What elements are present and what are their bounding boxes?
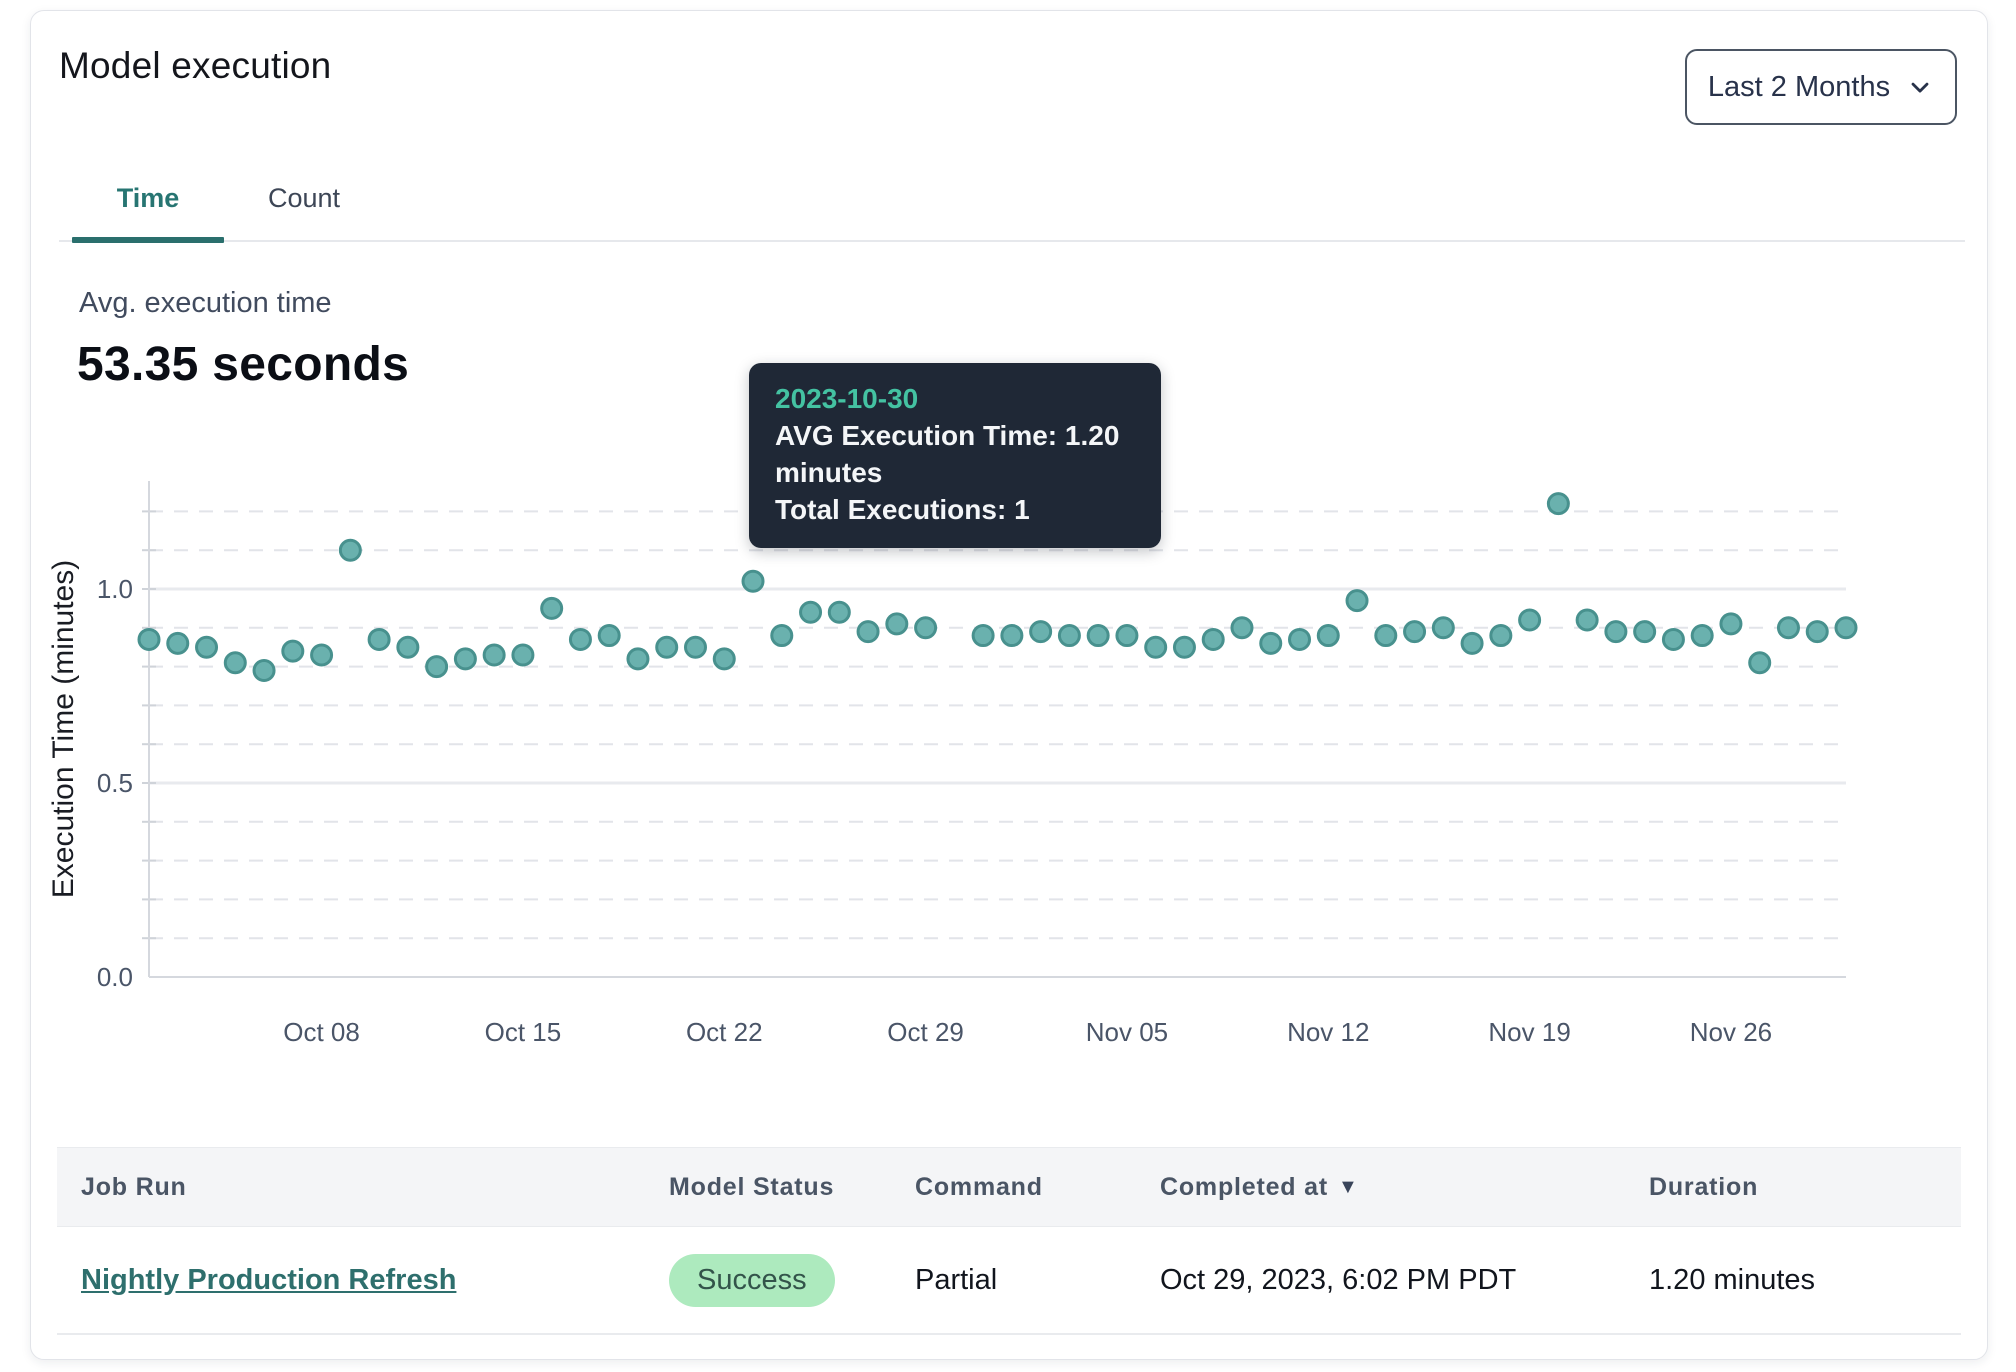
data-point[interactable]: [139, 629, 159, 649]
data-point[interactable]: [1606, 622, 1626, 642]
data-point[interactable]: [513, 645, 533, 665]
y-tick-label: 0.5: [97, 768, 133, 798]
data-point[interactable]: [398, 637, 418, 657]
data-point[interactable]: [801, 602, 821, 622]
data-point[interactable]: [657, 637, 677, 657]
data-point[interactable]: [1347, 591, 1367, 611]
y-tick-label: 0.0: [97, 962, 133, 992]
data-point[interactable]: [1491, 626, 1511, 646]
data-point[interactable]: [340, 540, 360, 560]
data-point[interactable]: [1433, 618, 1453, 638]
table-row: Nightly Production Refresh Success Parti…: [57, 1227, 1961, 1335]
data-point[interactable]: [1290, 629, 1310, 649]
column-header-job-run[interactable]: Job Run: [57, 1173, 669, 1202]
data-point[interactable]: [1031, 622, 1051, 642]
data-point[interactable]: [484, 645, 504, 665]
data-point[interactable]: [1232, 618, 1252, 638]
data-point[interactable]: [1548, 494, 1568, 514]
data-point[interactable]: [1721, 614, 1741, 634]
column-header-command[interactable]: Command: [915, 1173, 1160, 1202]
data-point[interactable]: [1088, 626, 1108, 646]
y-axis-title: Execution Time (minutes): [47, 560, 80, 898]
data-point[interactable]: [1663, 629, 1683, 649]
data-point[interactable]: [369, 629, 389, 649]
column-header-duration[interactable]: Duration: [1649, 1173, 1961, 1202]
data-point[interactable]: [772, 626, 792, 646]
data-point[interactable]: [628, 649, 648, 669]
job-runs-table: Job Run Model Status Command Completed a…: [57, 1147, 1961, 1335]
data-point[interactable]: [168, 633, 188, 653]
data-point[interactable]: [1635, 622, 1655, 642]
sort-desc-icon: ▼: [1338, 1176, 1359, 1199]
data-point[interactable]: [1520, 610, 1540, 630]
data-point[interactable]: [254, 660, 274, 680]
tooltip-total-executions: Total Executions: 1: [775, 491, 1135, 528]
x-tick-label: Oct 08: [283, 1017, 360, 1047]
x-tick-label: Nov 12: [1287, 1017, 1369, 1047]
x-tick-label: Oct 22: [686, 1017, 763, 1047]
data-point[interactable]: [858, 622, 878, 642]
model-execution-card: Model execution Last 2 Months Time Count…: [30, 10, 1988, 1360]
command-cell: Partial: [915, 1264, 1160, 1297]
data-point[interactable]: [1261, 633, 1281, 653]
data-point[interactable]: [1376, 626, 1396, 646]
chart-tooltip: 2023-10-30 AVG Execution Time: 1.20 minu…: [749, 363, 1161, 548]
x-tick-label: Nov 05: [1086, 1017, 1168, 1047]
x-tick-label: Nov 19: [1488, 1017, 1570, 1047]
data-point[interactable]: [1146, 637, 1166, 657]
data-point[interactable]: [427, 657, 447, 677]
data-point[interactable]: [542, 598, 562, 618]
data-point[interactable]: [455, 649, 475, 669]
duration-cell: 1.20 minutes: [1649, 1264, 1961, 1297]
active-tab-indicator: [72, 237, 224, 243]
data-point[interactable]: [1002, 626, 1022, 646]
table-header-row: Job Run Model Status Command Completed a…: [57, 1147, 1961, 1227]
job-run-link[interactable]: Nightly Production Refresh: [81, 1264, 456, 1296]
column-header-model-status[interactable]: Model Status: [669, 1173, 915, 1202]
data-point[interactable]: [1462, 633, 1482, 653]
data-point[interactable]: [916, 618, 936, 638]
data-point[interactable]: [829, 602, 849, 622]
data-point[interactable]: [225, 653, 245, 673]
status-badge: Success: [669, 1254, 835, 1307]
data-point[interactable]: [197, 637, 217, 657]
data-point[interactable]: [887, 614, 907, 634]
x-tick-label: Oct 29: [887, 1017, 964, 1047]
data-point[interactable]: [1577, 610, 1597, 630]
data-point[interactable]: [570, 629, 590, 649]
data-point[interactable]: [1203, 629, 1223, 649]
data-point[interactable]: [1836, 618, 1856, 638]
data-point[interactable]: [1059, 626, 1079, 646]
data-point[interactable]: [973, 626, 993, 646]
data-point[interactable]: [1405, 622, 1425, 642]
data-point[interactable]: [1318, 626, 1338, 646]
data-point[interactable]: [1778, 618, 1798, 638]
tooltip-date: 2023-10-30: [775, 381, 1135, 417]
x-tick-label: Nov 26: [1690, 1017, 1772, 1047]
data-point[interactable]: [599, 626, 619, 646]
completed-at-cell: Oct 29, 2023, 6:02 PM PDT: [1160, 1264, 1649, 1297]
data-point[interactable]: [1807, 622, 1827, 642]
data-point[interactable]: [1117, 626, 1137, 646]
data-point[interactable]: [1174, 637, 1194, 657]
data-point[interactable]: [685, 637, 705, 657]
data-point[interactable]: [1692, 626, 1712, 646]
x-tick-label: Oct 15: [485, 1017, 562, 1047]
column-header-completed-at[interactable]: Completed at▼: [1160, 1173, 1649, 1202]
tooltip-avg-execution: AVG Execution Time: 1.20 minutes: [775, 417, 1135, 491]
data-point[interactable]: [312, 645, 332, 665]
data-point[interactable]: [714, 649, 734, 669]
data-point[interactable]: [743, 571, 763, 591]
y-tick-label: 1.0: [97, 574, 133, 604]
data-point[interactable]: [1750, 653, 1770, 673]
data-point[interactable]: [283, 641, 303, 661]
